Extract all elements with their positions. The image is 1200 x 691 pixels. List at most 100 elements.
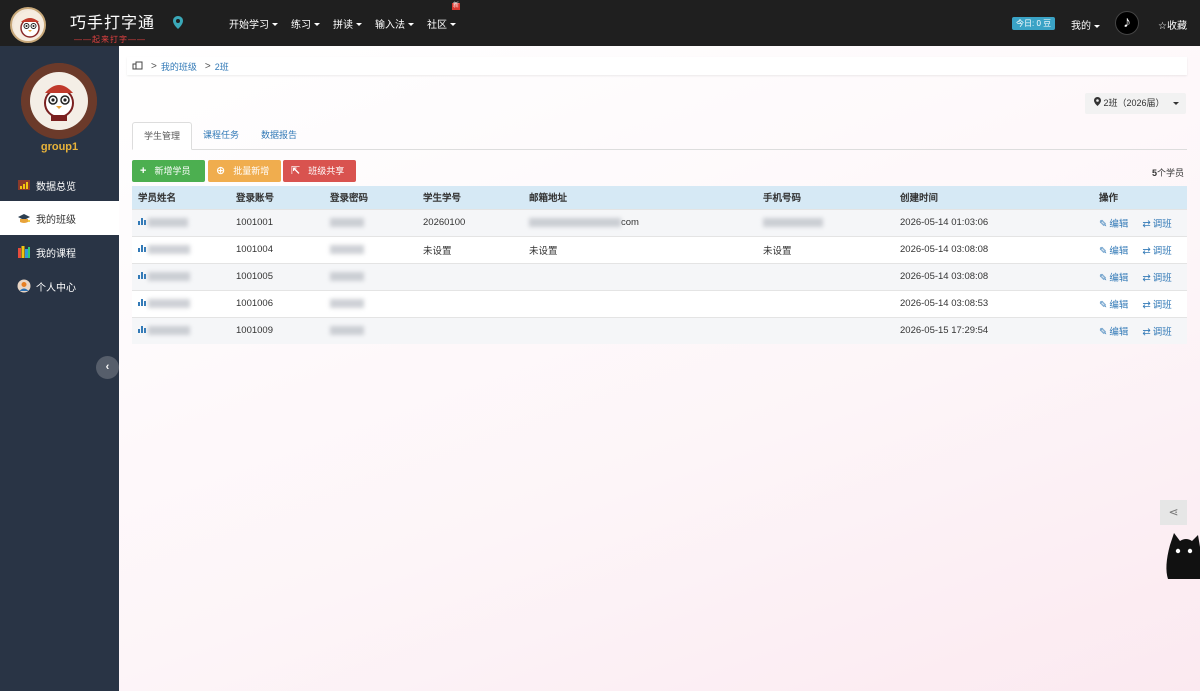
- button-label: 新增学员: [154, 166, 191, 176]
- main-content: > 我的班级 > 2班 2班（2026届） 学生管理 课程任务 数据报告 + 新增…: [119, 46, 1200, 691]
- cell-login-account: 1001006: [230, 289, 324, 317]
- cell-student-number: [417, 289, 523, 317]
- cell-created-time: 2026-05-15 17:29:54: [894, 316, 1093, 344]
- caret-down-icon: [1172, 102, 1179, 106]
- nav-start-learning[interactable]: 开始学习: [229, 16, 278, 31]
- cell-student-name[interactable]: [132, 316, 230, 344]
- transfer-class-button[interactable]: ⇄ 调班: [1142, 300, 1171, 311]
- user-avatar[interactable]: [21, 63, 97, 139]
- class-share-button[interactable]: ⇱ 班级共享: [283, 160, 356, 182]
- today-beans-badge[interactable]: 今日: 0 豆: [1012, 17, 1056, 30]
- nav-community[interactable]: 社区 新: [427, 2, 460, 31]
- cell-login-password: [324, 289, 417, 317]
- sidebar-item-my-courses[interactable]: 我的课程: [0, 235, 119, 269]
- collapse-sidebar-button[interactable]: ‹: [96, 356, 119, 379]
- transfer-class-button[interactable]: ⇄ 调班: [1142, 219, 1171, 230]
- cell-student-name[interactable]: [132, 235, 230, 263]
- transfer-label: 调班: [1152, 326, 1172, 338]
- edit-icon: ✎: [1099, 272, 1108, 284]
- music-note-icon[interactable]: ♪: [1115, 11, 1139, 35]
- class-selector[interactable]: 2班（2026届）: [1085, 93, 1186, 114]
- email-text: com: [621, 217, 639, 228]
- breadcrumb-my-class[interactable]: 我的班级: [161, 60, 197, 73]
- chevron-left-icon: ‹: [105, 361, 110, 373]
- add-student-button[interactable]: + 新增学员: [132, 160, 205, 182]
- tab-course-tasks[interactable]: 课程任务: [192, 122, 250, 150]
- nav-input-method[interactable]: 输入法: [375, 16, 414, 31]
- sidebar-item-my-class[interactable]: 我的班级: [0, 201, 119, 235]
- edit-label: 编辑: [1109, 218, 1129, 230]
- cell-login-account: 1001009: [230, 316, 324, 344]
- share-icon: ⋖: [1168, 505, 1179, 519]
- cell-student-name[interactable]: [132, 289, 230, 317]
- plus-circle-icon: ⊕: [216, 165, 226, 177]
- nav-practice[interactable]: 练习: [291, 16, 320, 31]
- sidebar-item-personal-center[interactable]: 个人中心: [0, 269, 119, 303]
- cell-phone: [757, 289, 894, 317]
- cell-login-account: 1001001: [230, 208, 324, 236]
- chevron-right-icon: >: [204, 60, 211, 72]
- sidebar-item-label: 个人中心: [36, 282, 76, 294]
- edit-button[interactable]: ✎ 编辑: [1099, 327, 1128, 338]
- caret-down-icon: [408, 23, 414, 27]
- header-email: 邮箱地址: [523, 186, 757, 209]
- sidebar: group1 数据总览 我的班级 我的课程 个人中心 ‹: [0, 46, 119, 691]
- bar-chart-icon: [138, 298, 146, 309]
- tab-student-management[interactable]: 学生管理: [132, 122, 193, 150]
- bar-chart-icon: [138, 271, 146, 282]
- favorite-link[interactable]: ☆收藏: [1158, 17, 1187, 32]
- redacted-password: [330, 244, 364, 254]
- cell-created-time: 2026-05-14 03:08:53: [894, 289, 1093, 317]
- edit-icon: ✎: [1099, 245, 1108, 257]
- header-phone: 手机号码: [757, 186, 894, 209]
- nav-phonics[interactable]: 拼读: [333, 16, 362, 31]
- edit-button[interactable]: ✎ 编辑: [1099, 300, 1128, 311]
- brand[interactable]: 巧手打字通 ——起来打字——: [70, 9, 155, 45]
- edit-button[interactable]: ✎ 编辑: [1099, 246, 1128, 257]
- shuffle-icon: ⇄: [1142, 326, 1151, 338]
- header-login-password: 登录密码: [324, 186, 417, 209]
- breadcrumb-class-2[interactable]: 2班: [215, 60, 229, 73]
- student-count: 5个学员: [1152, 166, 1184, 179]
- header-student-number: 学生学号: [417, 186, 523, 209]
- table-row: 1001009 2026-05-15 17:29:54 ✎ 编辑 ⇄ 调班: [132, 316, 1187, 344]
- nav-label: 开始学习: [229, 19, 269, 31]
- cell-login-password: [324, 262, 417, 290]
- transfer-class-button[interactable]: ⇄ 调班: [1142, 246, 1171, 257]
- cell-login-account: 1001004: [230, 235, 324, 263]
- cell-phone: [757, 262, 894, 290]
- cell-login-password: [324, 235, 417, 263]
- brand-name: 巧手打字通: [70, 13, 156, 32]
- site-logo[interactable]: [10, 7, 46, 43]
- caret-down-icon: [450, 23, 456, 27]
- cell-student-number: 未设置: [417, 235, 523, 263]
- sidebar-item-data-overview[interactable]: 数据总览: [0, 168, 119, 202]
- transfer-class-button[interactable]: ⇄ 调班: [1142, 327, 1171, 338]
- cat-mascot[interactable]: [1164, 531, 1200, 582]
- caret-down-icon: [314, 23, 320, 27]
- nav-label: 练习: [291, 19, 311, 31]
- location-pin-icon: [1094, 97, 1104, 108]
- share-float-button[interactable]: ⋖: [1160, 500, 1187, 525]
- header-created-time: 创建时间: [894, 186, 1093, 209]
- cell-created-time: 2026-05-14 03:08:08: [894, 262, 1093, 290]
- edit-button[interactable]: ✎ 编辑: [1099, 219, 1128, 230]
- redacted-name: [148, 298, 190, 308]
- transfer-class-button[interactable]: ⇄ 调班: [1142, 273, 1171, 284]
- hand-pointer-icon: [132, 61, 143, 72]
- edit-button[interactable]: ✎ 编辑: [1099, 273, 1128, 284]
- transfer-label: 调班: [1152, 218, 1172, 230]
- redacted-email: [529, 217, 621, 227]
- location-pin-icon[interactable]: [173, 16, 183, 32]
- class-selector-value: 2班（2026届）: [1103, 98, 1165, 108]
- batch-add-button[interactable]: ⊕ 批量新增: [208, 160, 281, 182]
- cell-student-name[interactable]: [132, 208, 230, 236]
- cell-student-name[interactable]: [132, 262, 230, 290]
- breadcrumb: > 我的班级 > 2班: [127, 57, 1187, 75]
- tab-data-report[interactable]: 数据报告: [250, 122, 308, 150]
- my-menu[interactable]: 我的: [1071, 17, 1100, 32]
- cell-student-number: 20260100: [417, 208, 523, 236]
- transfer-label: 调班: [1152, 299, 1172, 311]
- redacted-name: [148, 326, 190, 336]
- nav-label: 拼读: [333, 19, 353, 31]
